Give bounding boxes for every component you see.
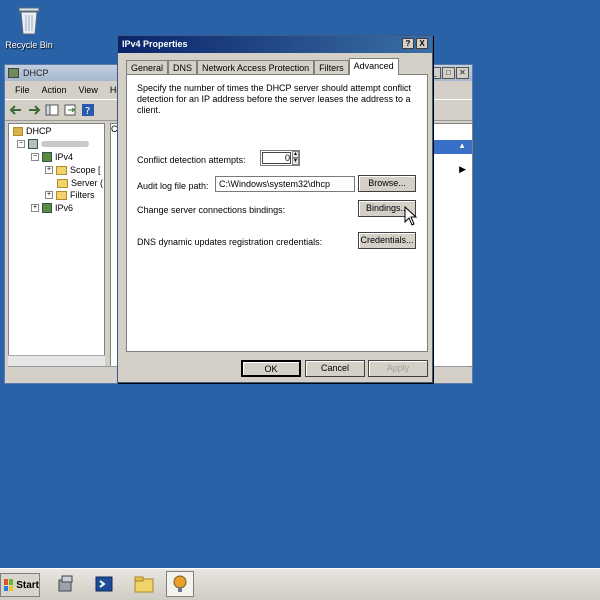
audit-log-path-input[interactable]: C:\Windows\system32\dhcp (215, 176, 355, 192)
bindings-label: Change server connections bindings: (137, 205, 286, 215)
tab-network-access-protection[interactable]: Network Access Protection (197, 60, 315, 75)
tree-node-server-options[interactable]: Server ( (57, 178, 103, 188)
spin-down-icon[interactable]: ▼ (292, 158, 299, 165)
ipv6-node-icon (42, 203, 52, 213)
taskbar: Start (0, 568, 600, 600)
ipv4-properties-dialog[interactable]: IPv4 Properties ? X General DNS Network … (117, 35, 433, 383)
actions-header[interactable] (434, 140, 472, 154)
spin-up-icon[interactable]: ▲ (292, 151, 299, 158)
maximize-icon[interactable]: □ (442, 67, 455, 79)
folder-icon (56, 165, 67, 175)
windows-logo-icon (4, 579, 14, 591)
close-icon[interactable]: ✕ (456, 67, 469, 79)
tab-general[interactable]: General (126, 60, 169, 75)
recycle-bin-label: Recycle Bin (5, 40, 53, 50)
powershell-icon[interactable] (90, 571, 118, 597)
mouse-pointer-icon (404, 206, 418, 226)
tree-label-dhcp: DHCP (26, 126, 52, 136)
tab-dns[interactable]: DNS (168, 60, 198, 75)
dhcp-taskbar-icon[interactable] (166, 571, 194, 597)
tree-label-server-options: Server ( (71, 178, 104, 188)
tree-label-ipv4: IPv4 (55, 152, 74, 162)
cancel-button[interactable]: Cancel (305, 360, 365, 377)
console-tree-icon[interactable] (45, 103, 59, 117)
expand-icon[interactable]: + (45, 191, 53, 199)
export-icon[interactable] (63, 103, 77, 117)
conflict-detection-spinner[interactable]: 0 ▲ ▼ (260, 150, 300, 166)
menu-file[interactable]: File (9, 81, 36, 99)
dns-credentials-label: DNS dynamic updates registration credent… (137, 237, 323, 247)
tree-node-server[interactable]: − (17, 139, 89, 149)
help-icon[interactable]: ? (81, 103, 95, 117)
menu-view[interactable]: View (73, 81, 104, 99)
ipv4-node-icon (42, 152, 52, 162)
audit-log-label: Audit log file path: (137, 181, 209, 191)
tree-label-filters: Filters (70, 190, 95, 200)
tree-node-ipv4[interactable]: − IPv4 (31, 152, 73, 162)
recycle-bin-desktop-icon[interactable]: Recycle Bin (4, 4, 54, 50)
advanced-tab-panel: Specify the number of times the DHCP ser… (126, 74, 428, 352)
expand-icon[interactable]: + (31, 204, 39, 212)
tree-label-scope: Scope [ (70, 165, 101, 175)
dhcp-title: DHCP (23, 68, 49, 78)
server-manager-icon[interactable] (52, 571, 80, 597)
recycle-bin-icon (16, 4, 42, 36)
dhcp-node-icon (13, 126, 23, 136)
dialog-title: IPv4 Properties (122, 39, 188, 49)
forward-arrow-icon[interactable] (27, 103, 41, 117)
tree-node-filters[interactable]: + Filters (45, 190, 95, 200)
browse-button[interactable]: Browse... (358, 175, 416, 192)
tree-label-ipv6: IPv6 (55, 203, 74, 213)
tab-filters[interactable]: Filters (314, 60, 349, 75)
file-explorer-icon[interactable] (130, 571, 158, 597)
conflict-description: Specify the number of times the DHCP ser… (137, 83, 411, 115)
dialog-tabs: General DNS Network Access Protection Fi… (126, 58, 399, 75)
ok-button[interactable]: OK (241, 360, 301, 377)
console-tree-pane[interactable]: DHCP − − IPv4 + Scope [ Server ( + Filte… (8, 123, 105, 367)
tree-node-ipv6[interactable]: + IPv6 (31, 203, 73, 213)
collapse-icon[interactable]: − (17, 140, 25, 148)
server-node-icon (28, 139, 38, 149)
start-button[interactable]: Start (0, 573, 40, 597)
dhcp-app-icon (8, 68, 19, 78)
apply-button[interactable]: Apply (368, 360, 428, 377)
more-actions-arrow-icon[interactable]: ▶ (459, 164, 466, 175)
svg-text:?: ? (85, 106, 90, 117)
back-arrow-icon[interactable] (9, 103, 23, 117)
menu-action[interactable]: Action (36, 81, 73, 99)
expand-icon[interactable]: + (45, 166, 53, 174)
credentials-button[interactable]: Credentials... (358, 232, 416, 249)
folder-icon (57, 178, 68, 188)
dialog-titlebar[interactable]: IPv4 Properties ? X (118, 36, 432, 53)
folder-icon (56, 190, 67, 200)
start-label: Start (16, 579, 39, 591)
conflict-detection-value[interactable]: 0 (262, 152, 292, 164)
help-icon[interactable]: ? (402, 38, 414, 49)
close-icon[interactable]: X (416, 38, 428, 49)
collapse-icon[interactable]: − (31, 153, 39, 161)
redacted-server-name (41, 141, 89, 147)
tree-node-dhcp[interactable]: DHCP (13, 126, 52, 136)
conflict-detection-label: Conflict detection attempts: (137, 155, 246, 165)
tree-node-scope[interactable]: + Scope [ (45, 165, 101, 175)
tab-advanced[interactable]: Advanced (348, 58, 399, 75)
actions-pane: ▶ (433, 123, 473, 367)
